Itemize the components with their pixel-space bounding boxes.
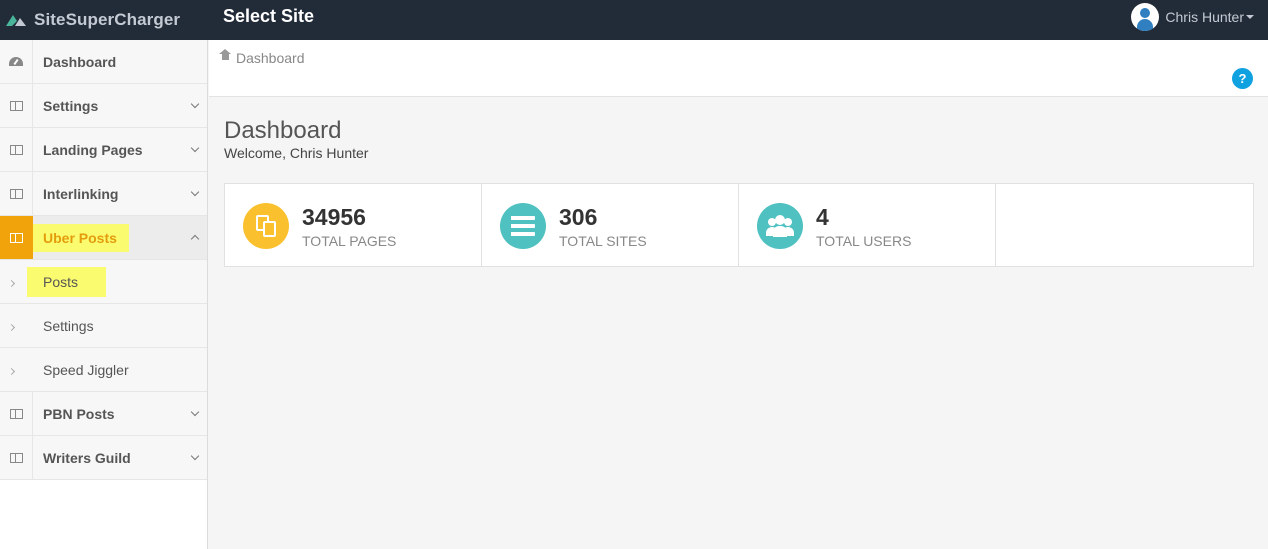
sidebar-item-dashboard[interactable]: Dashboard <box>0 40 207 84</box>
pages-icon <box>255 214 277 238</box>
caret-down-icon <box>1246 15 1254 19</box>
chevron-down-icon <box>190 143 200 152</box>
stat-label: TOTAL PAGES <box>302 233 397 249</box>
chevron-down-icon <box>190 451 200 460</box>
sidebar-subitem-settings[interactable]: Settings <box>0 304 207 348</box>
breadcrumb[interactable]: Dashboard <box>219 48 305 66</box>
sidebar-item-label: Landing Pages <box>43 141 143 158</box>
sidebar-item-label: Writers Guild <box>43 449 131 466</box>
book-icon <box>9 452 23 463</box>
sidebar-item-label: Settings <box>43 97 99 114</box>
sidebar-subitem-label: Settings <box>43 317 94 334</box>
book-icon <box>9 188 23 199</box>
chevron-down-icon <box>190 407 200 416</box>
users-icon <box>765 215 795 237</box>
select-site-button[interactable]: Select Site <box>223 0 314 40</box>
sidebar-subitem-label: Posts <box>27 266 107 297</box>
sidebar-subitem-speed-jiggler[interactable]: Speed Jiggler <box>0 348 207 392</box>
sidebar: Dashboard Settings Landing Pages Interli… <box>0 40 208 549</box>
chevron-right-icon <box>7 279 15 287</box>
sidebar-item-settings[interactable]: Settings <box>0 84 207 128</box>
sidebar-item-label: Uber Posts <box>33 223 129 252</box>
user-name: Chris Hunter <box>1165 9 1244 25</box>
stat-icon-circle <box>243 203 289 249</box>
stat-value: 34956 <box>302 204 366 230</box>
breadcrumb-label: Dashboard <box>236 50 305 66</box>
book-icon <box>10 232 23 243</box>
sidebar-item-pbn-posts[interactable]: PBN Posts <box>0 392 207 436</box>
sidebar-item-label: PBN Posts <box>43 405 115 422</box>
stat-value: 306 <box>559 204 598 230</box>
brand-logo-icon <box>6 15 26 26</box>
sidebar-item-label: Interlinking <box>43 185 119 202</box>
stat-icon-circle <box>500 203 546 249</box>
sidebar-item-landing-pages[interactable]: Landing Pages <box>0 128 207 172</box>
chevron-down-icon <box>190 99 200 108</box>
stat-value: 4 <box>816 204 829 230</box>
sidebar-subitem-label: Speed Jiggler <box>43 361 129 378</box>
book-icon <box>9 100 23 111</box>
stat-label: TOTAL SITES <box>559 233 647 249</box>
chevron-right-icon <box>7 323 15 331</box>
home-icon <box>219 48 231 63</box>
avatar <box>1131 3 1160 31</box>
sidebar-subitem-posts[interactable]: Posts <box>0 260 207 304</box>
book-icon <box>9 408 23 419</box>
user-menu[interactable]: Chris Hunter <box>1131 2 1254 32</box>
breadcrumb-bar: Dashboard ? <box>209 40 1268 97</box>
stat-label: TOTAL USERS <box>816 233 912 249</box>
list-icon <box>511 216 535 236</box>
dashboard-gauge-icon <box>9 57 23 66</box>
stat-empty <box>996 184 1253 266</box>
sidebar-item-uber-posts[interactable]: Uber Posts <box>0 216 207 260</box>
chevron-right-icon <box>7 367 15 375</box>
book-icon <box>9 144 23 155</box>
chevron-up-icon <box>190 234 200 244</box>
chevron-down-icon <box>190 187 200 196</box>
brand[interactable]: SiteSuperCharger <box>4 0 180 40</box>
sidebar-item-label: Dashboard <box>43 53 117 70</box>
sidebar-item-writers-guild[interactable]: Writers Guild <box>0 436 207 480</box>
stat-total-sites: 306 TOTAL SITES <box>482 184 739 266</box>
brand-name: SiteSuperCharger <box>34 10 181 29</box>
stat-total-users: 4 TOTAL USERS <box>739 184 996 266</box>
sidebar-item-interlinking[interactable]: Interlinking <box>0 172 207 216</box>
help-button[interactable]: ? <box>1232 68 1253 89</box>
top-navbar: SiteSuperCharger Select Site Chris Hunte… <box>0 0 1268 40</box>
page-title: Dashboard <box>224 117 342 144</box>
page-subtitle: Welcome, Chris Hunter <box>224 145 369 161</box>
stat-icon-circle <box>757 203 803 249</box>
stats-panel: 34956 TOTAL PAGES 306 TOTAL SITES 4 TOTA… <box>224 183 1254 267</box>
stat-total-pages: 34956 TOTAL PAGES <box>225 184 482 266</box>
